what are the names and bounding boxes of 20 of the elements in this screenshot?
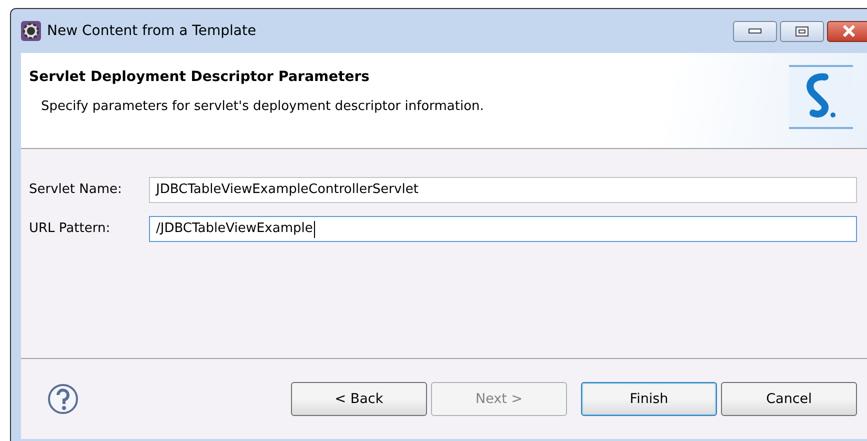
window-title: New Content from a Template — [47, 22, 256, 40]
close-button[interactable] — [827, 20, 867, 42]
page-description: Specify parameters for servlet's deployment descriptor information. — [40, 98, 485, 116]
dialog-button[interactable]: < Back — [291, 382, 427, 416]
gear-icon — [21, 21, 41, 41]
help-icon[interactable] — [47, 383, 79, 415]
field-label: Servlet Name: — [29, 181, 123, 200]
page-title: Servlet Deployment Descriptor Parameters — [29, 68, 371, 87]
field-label: URL Pattern: — [29, 220, 112, 238]
maximize-icon — [794, 26, 809, 36]
text-field[interactable]: JDBCTableViewExampleControllerServlet — [149, 177, 857, 203]
close-icon — [841, 25, 857, 37]
minimize-icon — [748, 28, 762, 34]
logo-icon — [789, 65, 853, 129]
text-field[interactable]: /JDBCTableViewExample — [149, 216, 857, 242]
maximize-button[interactable] — [780, 20, 824, 42]
minimize-button[interactable] — [732, 20, 776, 42]
dialog-button[interactable]: Finish — [581, 382, 717, 416]
dialog-button[interactable]: Cancel — [721, 382, 857, 416]
text-cursor — [314, 220, 315, 238]
